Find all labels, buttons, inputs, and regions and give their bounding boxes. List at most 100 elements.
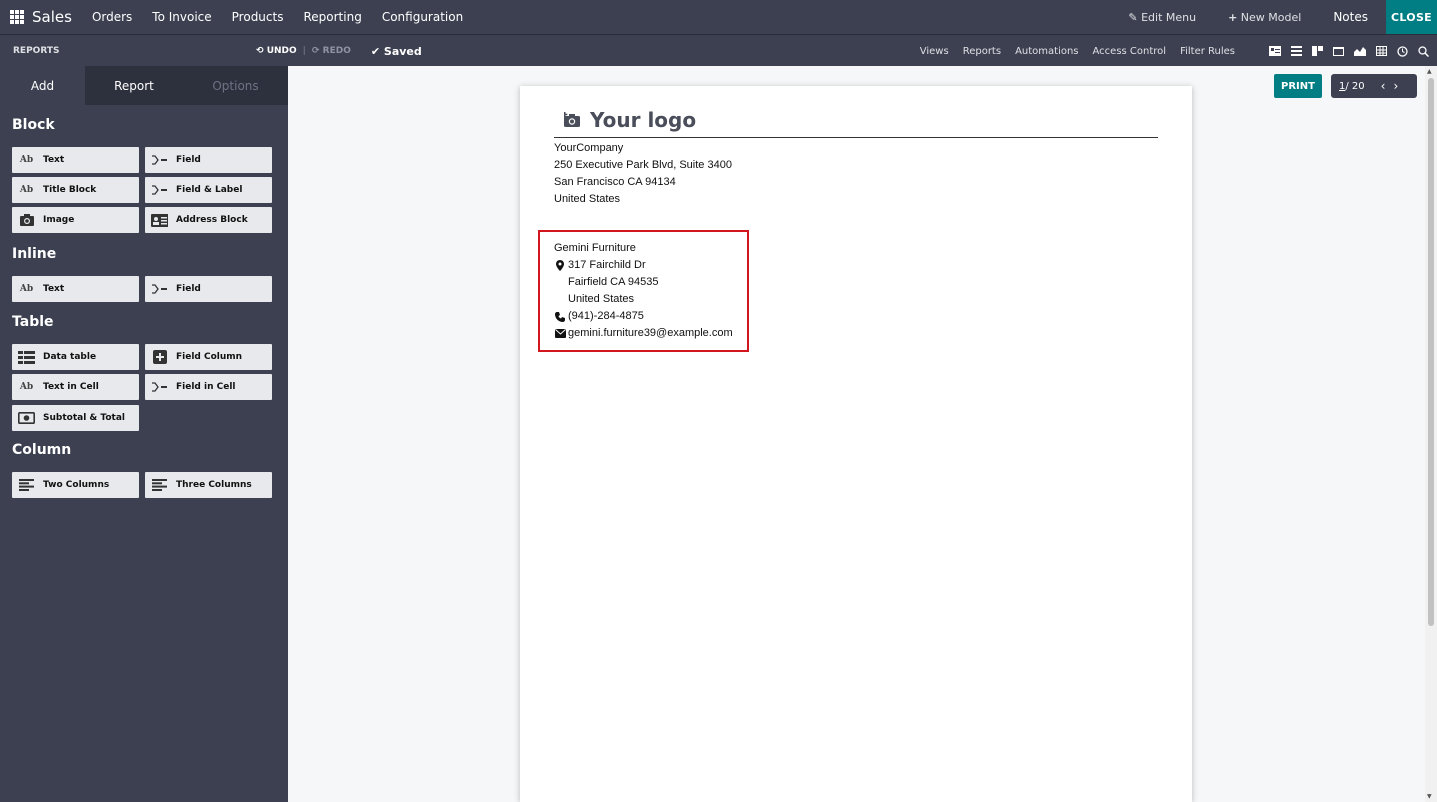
activity-view-icon[interactable] (1397, 45, 1408, 57)
table-icon (18, 350, 35, 364)
column-two-columns-item[interactable]: Two Columns (12, 472, 139, 498)
column-three-columns-item[interactable]: Three Columns (145, 472, 272, 498)
notes-link[interactable]: Notes (1333, 10, 1368, 24)
undo-label: UNDO (266, 46, 297, 56)
scroll-up-icon[interactable]: ▲ (1427, 68, 1432, 75)
item-label: Address Block (176, 215, 248, 225)
list-view-icon[interactable] (1291, 46, 1302, 56)
address-card-icon (151, 213, 168, 227)
redo-button[interactable]: ⟳ REDO (312, 46, 351, 56)
edit-menu-label: Edit Menu (1141, 10, 1197, 24)
item-label: Text (43, 155, 65, 165)
block-address-item[interactable]: Address Block (145, 207, 272, 233)
toolbar-divider: | (302, 46, 306, 56)
undo-icon: ⟲ (256, 46, 264, 56)
report-page[interactable]: Your logo YourCompany 250 Executive Park… (520, 86, 1192, 802)
table-data-table-item[interactable]: Data table (12, 344, 139, 370)
tab-report[interactable]: Report (85, 66, 183, 105)
plus-square-icon (151, 350, 168, 364)
search-view-icon[interactable] (1418, 45, 1429, 57)
check-icon: ✔ (370, 44, 381, 58)
item-label: Three Columns (176, 480, 252, 490)
nav-reporting[interactable]: Reporting (303, 10, 361, 24)
nav-orders[interactable]: Orders (92, 10, 132, 24)
customer-address-block[interactable]: Gemini Furniture 317 Fairchild Dr Fairfi… (538, 230, 749, 352)
item-label: Text in Cell (43, 382, 99, 392)
customer-country: United States (568, 293, 635, 305)
customer-city: Fairfield CA 94535 (568, 276, 659, 288)
logo-text: Your logo (590, 108, 697, 132)
add-photo-icon (564, 112, 580, 127)
phone-icon (554, 311, 566, 322)
breadcrumb-reports[interactable]: REPORTS (13, 46, 59, 56)
print-button[interactable]: PRINT (1274, 74, 1322, 98)
redo-label: REDO (322, 46, 351, 56)
align-left-icon (151, 478, 168, 492)
nav-products[interactable]: Products (232, 10, 284, 24)
report-editor-sidebar: Add Report Options Block Inline Table Co… (0, 66, 288, 802)
form-view-icon[interactable] (1269, 46, 1281, 56)
table-field-column-item[interactable]: Field Column (145, 344, 272, 370)
apps-menu-icon[interactable] (10, 10, 24, 24)
new-model-link[interactable]: + New Model (1228, 11, 1301, 24)
map-marker-icon (554, 260, 566, 271)
saved-status: ✔ Saved (371, 45, 422, 58)
text-icon: Ab (19, 155, 34, 165)
block-field-item[interactable]: Field (145, 147, 272, 173)
field-icon (151, 153, 168, 167)
saved-label: Saved (383, 44, 422, 58)
kanban-view-icon[interactable] (1312, 46, 1323, 56)
inline-text-item[interactable]: Ab Text (12, 276, 139, 302)
block-image-item[interactable]: Image (12, 207, 139, 233)
record-pager[interactable]: 1 / 20 ‹› (1331, 74, 1417, 98)
graph-view-icon[interactable] (1354, 46, 1366, 56)
close-button[interactable]: CLOSE (1386, 0, 1437, 34)
pivot-view-icon[interactable] (1376, 46, 1387, 56)
item-label: Field Column (176, 352, 243, 362)
reports-link[interactable]: Reports (963, 46, 1001, 57)
align-left-icon (18, 478, 35, 492)
pager-next-icon[interactable]: › (1393, 79, 1406, 93)
field-icon (151, 183, 168, 197)
block-title-item[interactable]: Ab Title Block (12, 177, 139, 203)
access-control-link[interactable]: Access Control (1093, 46, 1167, 57)
views-link[interactable]: Views (920, 46, 949, 57)
item-label: Field & Label (176, 185, 243, 195)
table-field-in-cell-item[interactable]: Field in Cell (145, 374, 272, 400)
vertical-scrollbar[interactable]: ▲ ▼ (1425, 66, 1437, 802)
editor-toolbar: REPORTS ⟲ UNDO | ⟳ REDO ✔ Saved Views Re… (0, 34, 1437, 66)
scroll-down-icon[interactable]: ▼ (1427, 793, 1432, 800)
report-preview-area: Your logo YourCompany 250 Executive Park… (288, 66, 1437, 802)
nav-configuration[interactable]: Configuration (382, 10, 463, 24)
app-name[interactable]: Sales (32, 8, 72, 26)
tab-options[interactable]: Options (183, 66, 288, 105)
item-label: Field (176, 284, 201, 294)
new-model-label: New Model (1240, 10, 1302, 24)
section-inline-title: Inline (12, 246, 57, 262)
filter-rules-link[interactable]: Filter Rules (1180, 46, 1235, 57)
scrollbar-thumb[interactable] (1428, 78, 1434, 626)
block-text-item[interactable]: Ab Text (12, 147, 139, 173)
redo-icon: ⟳ (311, 46, 320, 56)
automations-link[interactable]: Automations (1015, 46, 1078, 57)
edit-menu-link[interactable]: ✎ Edit Menu (1128, 11, 1196, 24)
pager-total: / 20 (1345, 80, 1365, 92)
pencil-icon: ✎ (1128, 10, 1138, 24)
calendar-view-icon[interactable] (1333, 46, 1344, 56)
company-logo-placeholder[interactable]: Your logo (564, 108, 696, 132)
table-subtotal-total-item[interactable]: Subtotal & Total (12, 405, 139, 431)
nav-to-invoice[interactable]: To Invoice (152, 10, 211, 24)
company-address[interactable]: YourCompany 250 Executive Park Blvd, Sui… (554, 140, 732, 208)
inline-field-item[interactable]: Field (145, 276, 272, 302)
plus-icon: + (1228, 10, 1238, 24)
header-divider (554, 137, 1158, 138)
customer-name: Gemini Furniture (554, 242, 636, 254)
undo-button[interactable]: ⟲ UNDO (256, 46, 297, 56)
block-field-label-item[interactable]: Field & Label (145, 177, 272, 203)
tab-add[interactable]: Add (0, 66, 85, 105)
company-name: YourCompany (554, 142, 624, 154)
pager-prev-icon[interactable]: ‹ (1381, 79, 1394, 93)
section-table-title: Table (12, 314, 54, 330)
company-country: United States (554, 193, 621, 205)
table-text-in-cell-item[interactable]: Ab Text in Cell (12, 374, 139, 400)
